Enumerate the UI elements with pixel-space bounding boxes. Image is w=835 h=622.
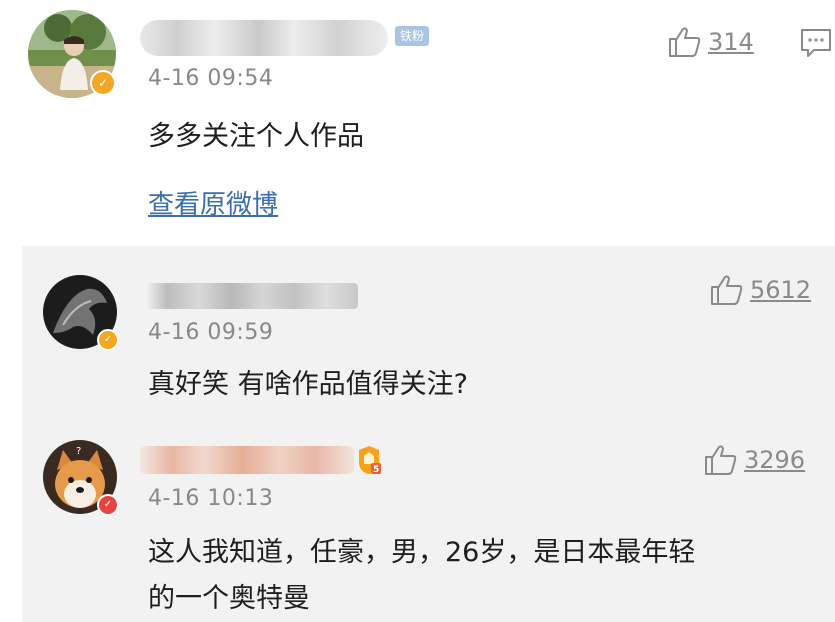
like-button[interactable]: 5612	[710, 274, 811, 306]
svg-text:5: 5	[373, 465, 379, 475]
like-button[interactable]: 3296	[704, 444, 805, 476]
fan-badge: 铁粉	[395, 26, 430, 46]
comment-time: 4-16 09:54	[148, 66, 274, 91]
like-count: 3296	[744, 446, 806, 474]
reply-text: 真好笑 有啥作品值得关注?	[148, 369, 468, 400]
username-blurred[interactable]	[140, 446, 354, 474]
thumbs-up-icon	[711, 275, 743, 305]
verified-badge-icon: ✓	[97, 329, 119, 351]
comment-text: 多多关注个人作品	[148, 121, 364, 152]
like-count: 5612	[750, 276, 812, 304]
like-button[interactable]: 314	[668, 26, 754, 58]
fan-level-icon: 5	[355, 444, 383, 480]
verified-badge-icon: ✓	[97, 494, 119, 516]
reply-time: 4-16 10:13	[148, 486, 274, 511]
like-count: 314	[708, 28, 754, 56]
comment-icon[interactable]	[800, 28, 832, 62]
verified-badge-icon: ✓	[90, 70, 116, 96]
view-original-link[interactable]: 查看原微博	[148, 184, 278, 221]
username-blurred[interactable]	[146, 283, 358, 309]
thumbs-up-icon	[669, 27, 701, 57]
svg-text:?: ?	[76, 446, 81, 457]
reply-text-line2: 的一个奥特曼	[148, 583, 310, 614]
reply-text-line1: 这人我知道，任豪，男，26岁，是日本最年轻	[148, 537, 696, 568]
reply-time: 4-16 09:59	[148, 320, 274, 345]
thumbs-up-icon	[705, 445, 737, 475]
username-blurred[interactable]	[140, 20, 388, 56]
